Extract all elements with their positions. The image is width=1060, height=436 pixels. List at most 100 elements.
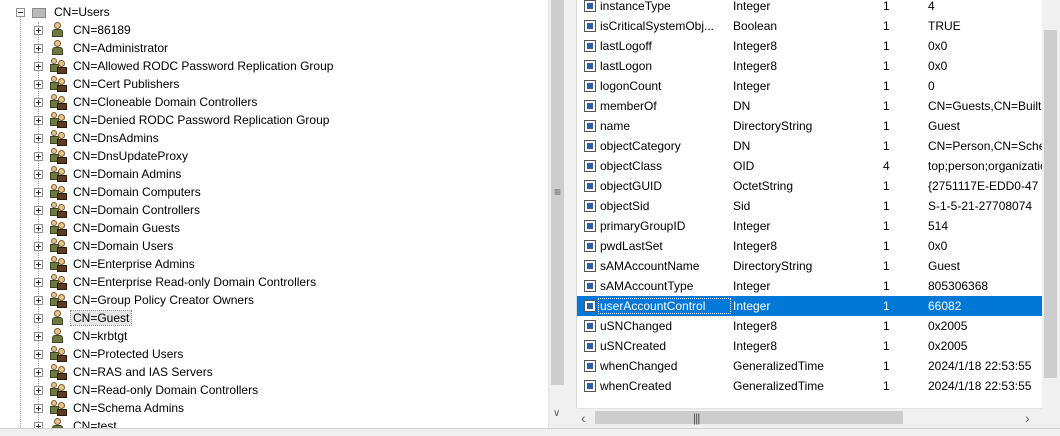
tree-node[interactable]: CN=Domain Guests <box>34 219 182 237</box>
property-row[interactable]: objectCategory DN 1 CN=Person,CN=Schema <box>577 136 1043 156</box>
tree-node[interactable]: CN=Read-only Domain Controllers <box>34 381 260 399</box>
property-row[interactable]: objectGUID OctetString 1 {2751117E-EDD0-47 <box>577 176 1043 196</box>
tree-node[interactable]: CN=Cert Publishers <box>34 75 181 93</box>
tree-node[interactable]: CN=Guest <box>34 309 133 327</box>
chevron-right-icon[interactable]: › <box>1025 410 1030 426</box>
tree-node[interactable]: CN=RAS and IAS Servers <box>34 363 215 381</box>
group-icon <box>50 382 68 398</box>
tree-node[interactable]: CN=DnsUpdateProxy <box>34 147 190 165</box>
tree-root-label: CN=Users <box>54 5 110 19</box>
property-row[interactable]: sAMAccountName DirectoryString 1 Guest <box>577 256 1043 276</box>
properties-horizontal-scrollbar[interactable]: ‹ ||| › <box>577 408 1042 427</box>
property-row[interactable]: pwdLastSet Integer8 1 0x0 <box>577 236 1043 256</box>
tree-node[interactable]: CN=Schema Admins <box>34 399 186 417</box>
expand-icon[interactable] <box>34 133 43 143</box>
property-value: Guest <box>928 259 961 273</box>
tree-node[interactable]: CN=Domain Controllers <box>34 201 202 219</box>
tree-node[interactable]: CN=Domain Computers <box>34 183 203 201</box>
property-row[interactable]: sAMAccountType Integer 1 805306368 <box>577 276 1043 296</box>
property-row[interactable]: memberOf DN 1 CN=Guests,CN=Builtin <box>577 96 1043 116</box>
expand-icon[interactable] <box>34 115 43 125</box>
scrollbar-thumb[interactable]: ||| <box>595 411 903 425</box>
tree-node[interactable]: CN=Denied RODC Password Replication Grou… <box>34 111 331 129</box>
tree-node[interactable]: CN=Protected Users <box>34 345 185 363</box>
expand-icon[interactable] <box>34 223 43 233</box>
chevron-left-icon[interactable]: ‹ <box>581 410 586 426</box>
tree-node[interactable]: CN=Enterprise Admins <box>34 255 197 273</box>
expand-icon[interactable] <box>34 187 43 197</box>
tree-vertical-scrollbar[interactable]: ≡ ∨ <box>548 0 567 428</box>
property-row[interactable]: primaryGroupID Integer 1 514 <box>577 216 1043 236</box>
property-value: CN=Person,CN=Schema <box>928 139 1043 153</box>
tree-node[interactable]: CN=Cloneable Domain Controllers <box>34 93 259 111</box>
property-count: 1 <box>883 19 890 33</box>
property-value: 0 <box>928 79 935 93</box>
attribute-icon <box>584 120 596 132</box>
expand-icon[interactable] <box>34 169 43 179</box>
expand-icon[interactable] <box>34 79 43 89</box>
tree-node[interactable]: CN=DnsAdmins <box>34 129 161 147</box>
property-row[interactable]: userAccountControl Integer 1 66082 <box>577 296 1043 316</box>
tree-node[interactable]: CN=Domain Users <box>34 237 175 255</box>
property-count: 1 <box>883 219 890 233</box>
tree-node[interactable]: CN=Domain Admins <box>34 165 183 183</box>
expand-icon[interactable] <box>34 295 43 305</box>
property-syntax: Integer8 <box>733 319 778 333</box>
expand-icon[interactable] <box>34 277 43 287</box>
property-row[interactable]: whenChanged GeneralizedTime 1 2024/1/18 22:… <box>577 356 1043 376</box>
expand-icon[interactable] <box>34 385 43 395</box>
group-icon <box>50 202 68 218</box>
property-row[interactable]: lastLogoff Integer8 1 0x0 <box>577 36 1043 56</box>
expand-icon[interactable] <box>34 259 43 269</box>
property-value: S-1-5-21-27708074 <box>928 199 1033 213</box>
property-row[interactable]: uSNCreated Integer8 1 0x2005 <box>577 336 1043 356</box>
property-name: logonCount <box>600 79 662 93</box>
expand-icon[interactable] <box>34 403 43 413</box>
expand-icon[interactable] <box>34 367 43 377</box>
property-row[interactable]: instanceType Integer 1 4 <box>577 0 1043 16</box>
tree-node[interactable]: CN=Administrator <box>34 39 170 57</box>
tree-node[interactable]: CN=Enterprise Read-only Domain Controlle… <box>34 273 318 291</box>
property-name: objectCategory <box>600 139 681 153</box>
properties-vertical-scrollbar[interactable] <box>1042 0 1060 408</box>
tree-node[interactable]: CN=Allowed RODC Password Replication Gro… <box>34 57 335 75</box>
property-value: top;person;organizationalPerson <box>928 159 1043 173</box>
expand-icon[interactable] <box>34 25 43 35</box>
property-value: CN=Guests,CN=Builtin <box>928 99 1043 113</box>
expand-icon[interactable] <box>34 151 43 161</box>
property-row[interactable]: isCriticalSystemObj... Boolean 1 TRUE <box>577 16 1043 36</box>
expand-icon[interactable] <box>34 205 43 215</box>
tree-node[interactable]: CN=Group Policy Creator Owners <box>34 291 256 309</box>
expand-icon[interactable] <box>34 313 43 323</box>
collapse-icon[interactable] <box>16 7 25 17</box>
property-syntax: OctetString <box>733 179 794 193</box>
scrollbar-thumb[interactable] <box>1044 30 1057 378</box>
tree-node[interactable]: CN=test <box>34 417 119 428</box>
property-value: TRUE <box>928 19 961 33</box>
group-icon <box>50 256 68 272</box>
property-name: memberOf <box>600 99 657 113</box>
property-row[interactable]: uSNChanged Integer8 1 0x2005 <box>577 316 1043 336</box>
expand-icon[interactable] <box>34 61 43 71</box>
property-row[interactable]: name DirectoryString 1 Guest <box>577 116 1043 136</box>
property-row[interactable]: objectSid Sid 1 S-1-5-21-27708074 <box>577 196 1043 216</box>
tree-node-label: CN=DnsUpdateProxy <box>73 149 189 163</box>
chevron-down-icon[interactable]: ∨ <box>553 408 560 419</box>
property-count: 1 <box>883 0 890 13</box>
pane-splitter[interactable] <box>567 0 575 435</box>
tree-root-node[interactable]: CN=Users <box>16 3 112 21</box>
group-icon <box>50 130 68 146</box>
properties-list-pane[interactable]: instanceType Integer 1 4 isCriticalSystemObj… <box>576 0 1043 408</box>
property-row[interactable]: objectClass OID 4 top;person;organizational… <box>577 156 1043 176</box>
object-tree-pane[interactable]: CN=Users CN=86189 CN=Administrator CN=Allo… <box>0 0 548 428</box>
tree-node[interactable]: CN=krbtgt <box>34 327 129 345</box>
expand-icon[interactable] <box>34 43 43 53</box>
expand-icon[interactable] <box>34 97 43 107</box>
property-row[interactable]: whenCreated GeneralizedTime 1 2024/1/18 22:… <box>577 376 1043 396</box>
property-row[interactable]: logonCount Integer 1 0 <box>577 76 1043 96</box>
expand-icon[interactable] <box>34 331 43 341</box>
expand-icon[interactable] <box>34 349 43 359</box>
tree-node[interactable]: CN=86189 <box>34 21 133 39</box>
expand-icon[interactable] <box>34 241 43 251</box>
property-row[interactable]: lastLogon Integer8 1 0x0 <box>577 56 1043 76</box>
